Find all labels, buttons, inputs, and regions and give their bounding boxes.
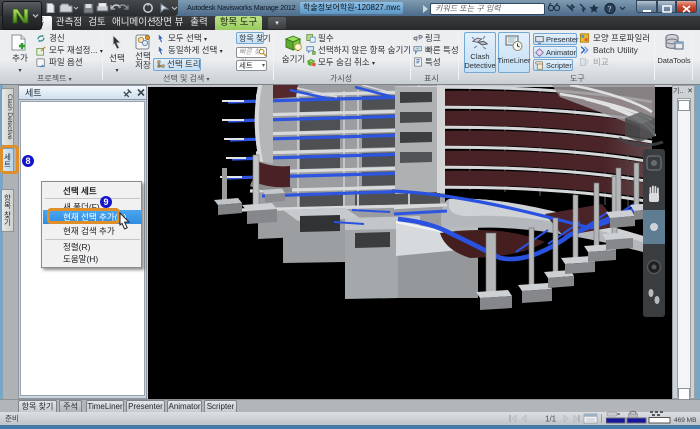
svg-text:1/1: 1/1 xyxy=(545,415,557,424)
svg-text:469 MB: 469 MB xyxy=(674,417,696,424)
svg-text:?: ? xyxy=(608,5,612,14)
